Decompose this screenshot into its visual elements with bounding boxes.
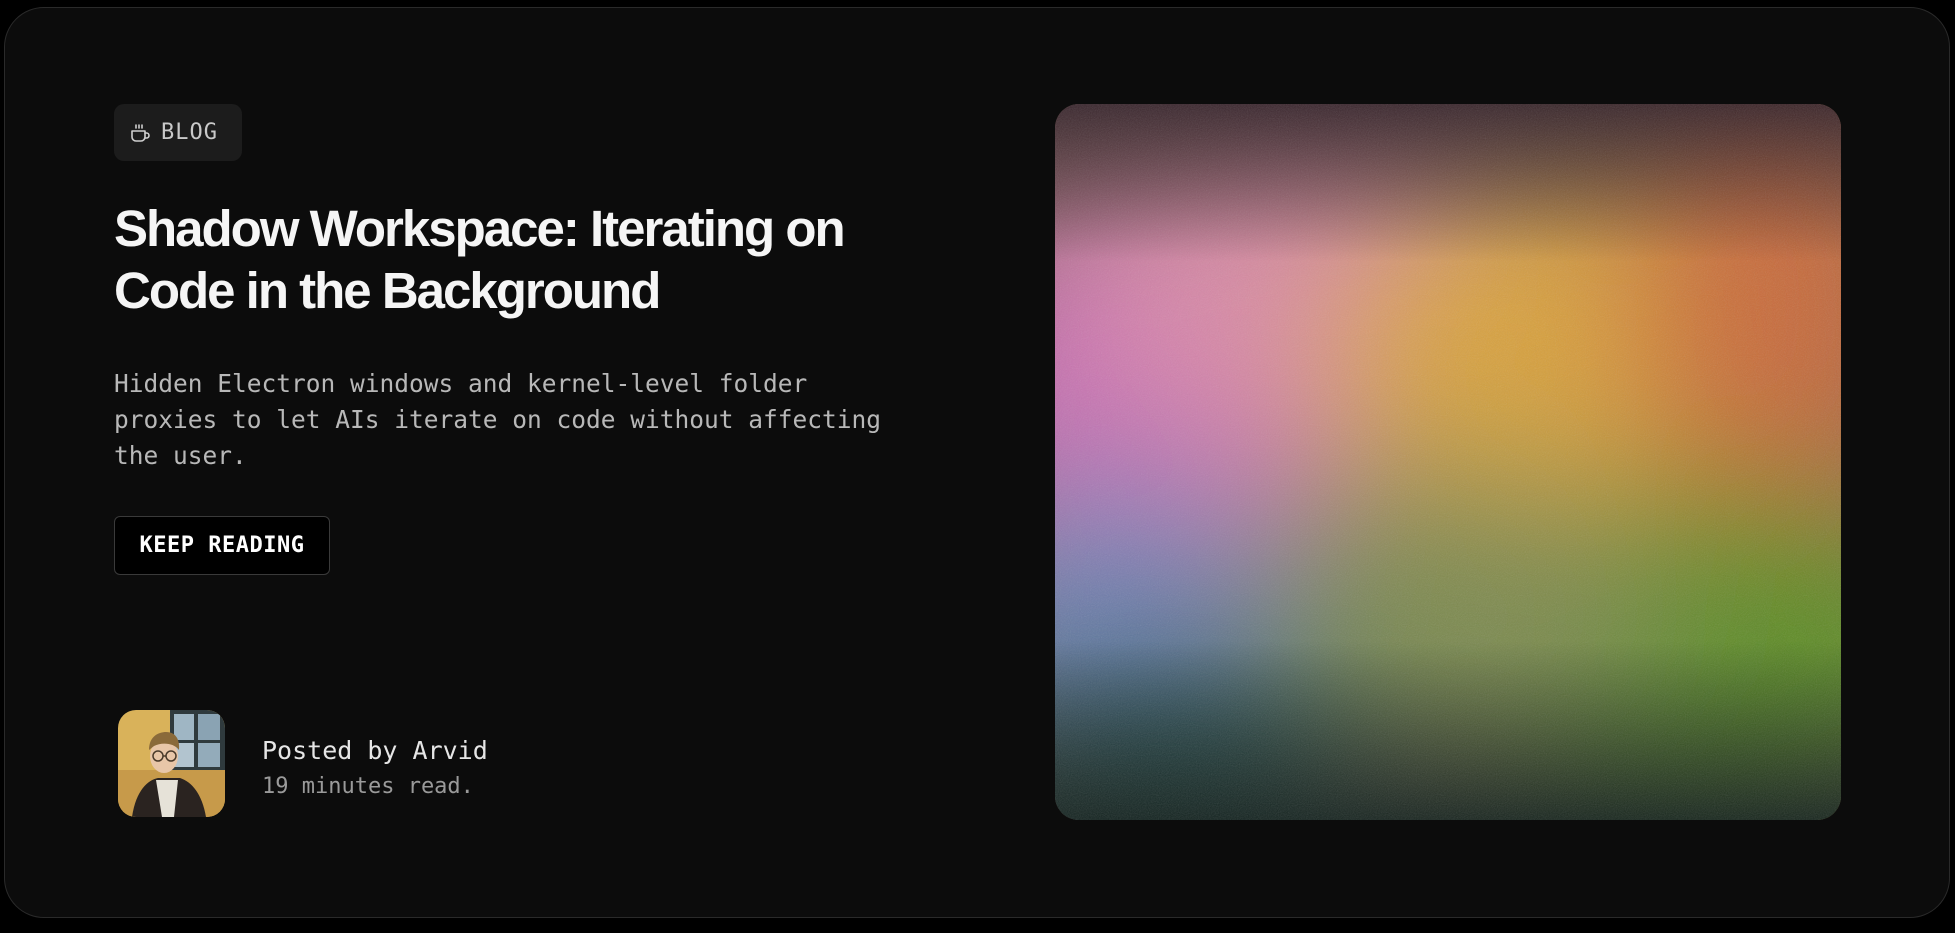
author-name: Posted by Arvid <box>262 736 488 765</box>
read-time: 19 minutes read. <box>262 774 474 799</box>
blog-card: BLOG Shadow Workspace: Iterating on Code… <box>4 7 1950 918</box>
category-label: BLOG <box>161 120 218 145</box>
keep-reading-button[interactable]: KEEP READING <box>114 516 330 575</box>
coffee-cup-icon <box>131 123 150 142</box>
category-badge: BLOG <box>114 104 242 161</box>
post-title[interactable]: Shadow Workspace: Iterating on Code in t… <box>114 198 874 322</box>
post-description: Hidden Electron windows and kernel-level… <box>114 369 882 470</box>
blog-card-content: BLOG Shadow Workspace: Iterating on Code… <box>114 104 914 824</box>
hero-gradient-image[interactable] <box>1055 104 1841 820</box>
avatar <box>118 710 225 817</box>
author-info: Posted by Arvid 19 minutes read. <box>114 710 714 820</box>
